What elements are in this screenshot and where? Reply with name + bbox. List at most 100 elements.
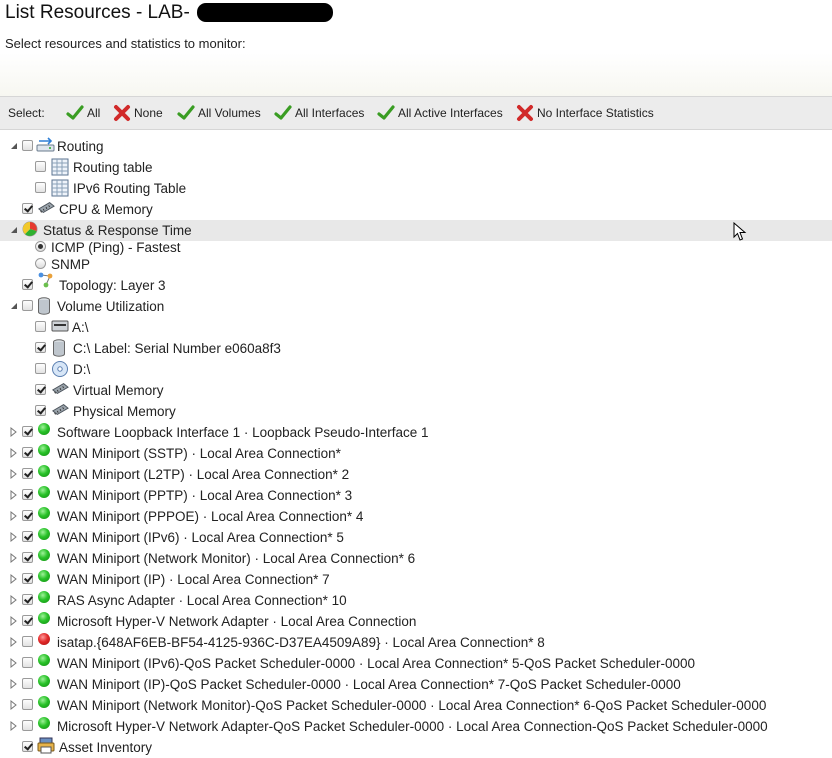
tree-node-physical-memory: Physical Memory — [0, 401, 832, 422]
tree-node-volume-c: C:\ Label: Serial Number e060a8f3 — [0, 338, 832, 359]
interface-checkbox[interactable] — [22, 615, 33, 626]
interface-label: RAS Async Adapter · Local Area Connectio… — [57, 593, 347, 608]
interface-checkbox[interactable] — [22, 678, 33, 689]
cd-icon — [52, 361, 68, 377]
interface-checkbox[interactable] — [22, 552, 33, 563]
physical-memory-checkbox[interactable] — [35, 405, 46, 416]
interface-checkbox[interactable] — [22, 636, 33, 647]
interface-checkbox[interactable] — [22, 594, 33, 605]
collapse-arrow-icon[interactable] — [9, 225, 19, 235]
tree-node-routing-table: Routing table — [0, 157, 832, 178]
status-up-icon — [38, 549, 50, 561]
expand-arrow-icon[interactable] — [9, 637, 19, 647]
interface-label: WAN Miniport (Network Monitor) · Local A… — [57, 551, 416, 566]
interface-row: WAN Miniport (PPTP) · Local Area Connect… — [0, 485, 832, 506]
interface-checkbox[interactable] — [22, 489, 33, 500]
expand-arrow-icon[interactable] — [9, 469, 19, 479]
interface-row: WAN Miniport (PPPOE) · Local Area Connec… — [0, 506, 832, 527]
volume-c-checkbox[interactable] — [35, 342, 46, 353]
virtual-memory-checkbox[interactable] — [35, 384, 46, 395]
collapse-arrow-icon[interactable] — [9, 141, 19, 151]
check-icon — [177, 105, 195, 120]
interface-label: WAN Miniport (IPv6) · Local Area Connect… — [57, 530, 344, 545]
interface-checkbox[interactable] — [22, 447, 33, 458]
topology-icon — [38, 272, 53, 288]
tree-node-cpu-memory: CPU & Memory — [0, 199, 832, 220]
expand-arrow-icon[interactable] — [9, 679, 19, 689]
interface-label: WAN Miniport (L2TP) · Local Area Connect… — [57, 467, 350, 482]
interface-checkbox[interactable] — [22, 573, 33, 584]
table-icon — [51, 179, 69, 197]
select-all-interfaces-label: All Interfaces — [295, 106, 365, 120]
select-none-label: None — [134, 106, 163, 120]
cpu-memory-checkbox[interactable] — [22, 203, 33, 214]
check-icon — [66, 105, 84, 120]
status-up-icon — [38, 465, 50, 477]
volume-a-checkbox[interactable] — [35, 321, 46, 332]
select-all-active-interfaces-button[interactable]: All Active Interfaces — [377, 103, 503, 123]
status-up-icon — [38, 423, 50, 435]
no-interface-statistics-button[interactable]: No Interface Statistics — [516, 103, 654, 123]
select-all-interfaces-button[interactable]: All Interfaces — [274, 103, 364, 123]
interface-row: WAN Miniport (IPv6)-QoS Packet Scheduler… — [0, 653, 832, 674]
expand-arrow-icon[interactable] — [9, 616, 19, 626]
interface-checkbox[interactable] — [22, 510, 33, 521]
asset-inventory-label: Asset Inventory — [59, 740, 153, 755]
status-up-icon — [38, 591, 50, 603]
expand-arrow-icon[interactable] — [9, 700, 19, 710]
expand-arrow-icon[interactable] — [9, 490, 19, 500]
expand-arrow-icon[interactable] — [9, 511, 19, 521]
status-up-icon — [38, 486, 50, 498]
asset-inventory-checkbox[interactable] — [22, 741, 33, 752]
expand-arrow-icon[interactable] — [9, 553, 19, 563]
interface-checkbox[interactable] — [22, 699, 33, 710]
tree-node-routing: Routing — [0, 136, 832, 157]
status-up-icon — [38, 654, 50, 666]
tree-node-topology: Topology: Layer 3 — [0, 272, 832, 296]
collapse-arrow-icon[interactable] — [9, 301, 19, 311]
volume-d-checkbox[interactable] — [35, 363, 46, 374]
expand-arrow-icon[interactable] — [9, 595, 19, 605]
topology-label: Topology: Layer 3 — [59, 278, 166, 293]
asset-inventory-icon — [37, 737, 55, 754]
interface-checkbox[interactable] — [22, 531, 33, 542]
interface-checkbox[interactable] — [22, 426, 33, 437]
expand-arrow-icon[interactable] — [9, 574, 19, 584]
status-up-icon — [38, 717, 50, 729]
interface-label: Microsoft Hyper-V Network Adapter · Loca… — [57, 614, 417, 629]
drive-icon — [51, 320, 69, 332]
x-icon — [517, 105, 533, 121]
topology-checkbox[interactable] — [22, 279, 33, 290]
routing-table-checkbox[interactable] — [35, 161, 46, 172]
select-all-volumes-label: All Volumes — [198, 106, 261, 120]
ipv6-routing-table-checkbox[interactable] — [35, 182, 46, 193]
header: List Resources - LAB- Select resources a… — [0, 0, 832, 96]
status-response-time-label: Status & Response Time — [43, 223, 192, 238]
status-up-icon — [38, 612, 50, 624]
expand-arrow-icon[interactable] — [9, 448, 19, 458]
interface-label: WAN Miniport (PPPOE) · Local Area Connec… — [57, 509, 364, 524]
status-up-icon — [38, 507, 50, 519]
volume-d-label: D:\ — [73, 362, 91, 377]
interface-checkbox[interactable] — [22, 657, 33, 668]
icmp-radio[interactable] — [35, 241, 46, 252]
snmp-radio[interactable] — [35, 258, 46, 269]
cpu-memory-label: CPU & Memory — [59, 202, 153, 217]
select-none-button[interactable]: None — [113, 103, 163, 123]
expand-arrow-icon[interactable] — [9, 658, 19, 668]
interface-checkbox[interactable] — [22, 468, 33, 479]
routing-checkbox[interactable] — [22, 140, 33, 151]
status-up-icon — [38, 675, 50, 687]
expand-arrow-icon[interactable] — [9, 532, 19, 542]
interface-checkbox[interactable] — [22, 720, 33, 731]
expand-arrow-icon[interactable] — [9, 427, 19, 437]
status-icon — [22, 221, 38, 237]
no-interface-statistics-label: No Interface Statistics — [537, 106, 654, 120]
interface-label: WAN Miniport (SSTP) · Local Area Connect… — [57, 446, 341, 461]
select-all-button[interactable]: All — [66, 103, 100, 123]
select-all-volumes-button[interactable]: All Volumes — [177, 103, 261, 123]
expand-arrow-icon[interactable] — [9, 721, 19, 731]
volume-utilization-checkbox[interactable] — [22, 300, 33, 311]
disk-cylinder-icon — [53, 339, 65, 357]
table-icon — [51, 158, 69, 176]
